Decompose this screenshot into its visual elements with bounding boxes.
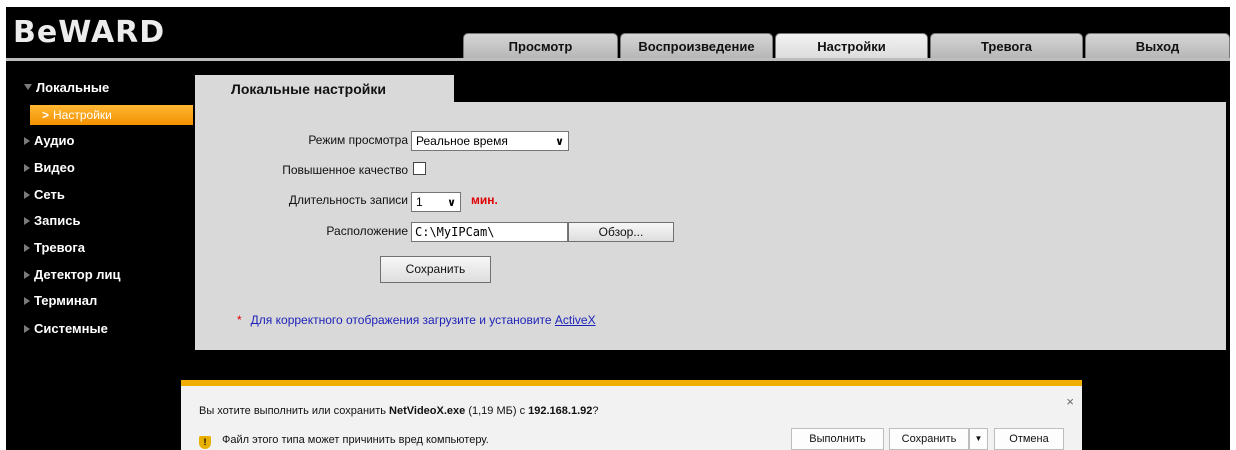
activex-link[interactable]: ActiveX <box>555 313 596 327</box>
tab-settings[interactable]: Настройки <box>775 33 928 59</box>
download-bar: Вы хотите выполнить или сохранить NetVid… <box>181 380 1082 450</box>
triangle-right-icon <box>24 325 30 333</box>
download-save-button[interactable]: Сохранить <box>889 428 969 450</box>
view-mode-label: Режим просмотра <box>308 133 408 147</box>
note-text: Для корректного отображения загрузите и … <box>250 313 555 327</box>
download-warning-text: Файл этого типа может причинить вред ком… <box>222 434 489 446</box>
sidebar-item-label: Сеть <box>34 187 65 202</box>
tab-playback[interactable]: Воспроизведение <box>620 33 773 59</box>
sidebar-item-label: Тревога <box>34 240 86 255</box>
sidebar-item-audio[interactable]: Аудио <box>24 129 74 153</box>
tab-exit[interactable]: Выход <box>1085 33 1230 59</box>
sidebar-item-label: Аудио <box>34 133 75 148</box>
tab-alarm[interactable]: Тревога <box>930 33 1083 59</box>
location-input[interactable]: C:\MyIPCam\ <box>411 222 568 242</box>
browse-button[interactable]: Обзор... <box>568 222 674 242</box>
sidebar-item-local[interactable]: Локальные <box>24 76 109 100</box>
triangle-right-icon <box>24 217 30 225</box>
sidebar-item-system[interactable]: Системные <box>24 317 108 341</box>
run-button[interactable]: Выполнить <box>791 428 884 450</box>
sidebar-item-face-detector[interactable]: Детектор лиц <box>24 263 121 287</box>
download-question-suffix: ? <box>592 405 599 417</box>
triangle-right-icon <box>24 191 30 199</box>
save-dropdown-button[interactable]: ▼ <box>969 428 988 450</box>
sidebar-item-label: Терминал <box>34 293 98 308</box>
chevron-right-icon: > <box>42 108 50 122</box>
tab-view[interactable]: Просмотр <box>463 33 618 59</box>
view-mode-select[interactable]: Реальное время ∨ <box>411 131 569 151</box>
high-quality-label: Повышенное качество <box>282 163 408 177</box>
download-question-prefix: Вы хотите выполнить или сохранить <box>199 405 390 417</box>
triangle-right-icon <box>24 297 30 305</box>
sidebar-subitem-label: Настройки <box>53 108 112 122</box>
sidebar-item-label: Детектор лиц <box>34 267 121 282</box>
download-host: 192.168.1.92 <box>528 405 593 417</box>
top-nav: Просмотр Воспроизведение Настройки Трево… <box>6 33 1230 59</box>
high-quality-checkbox[interactable] <box>413 162 426 175</box>
sidebar-item-label: Видео <box>34 160 75 175</box>
triangle-down-icon <box>24 84 32 90</box>
sidebar-item-terminal[interactable]: Терминал <box>24 289 97 313</box>
save-button[interactable]: Сохранить <box>380 256 491 283</box>
activex-note: * Для корректного отображения загрузите и… <box>237 313 596 327</box>
sidebar-item-alarm[interactable]: Тревога <box>24 236 85 260</box>
download-file-name: NetVideoX.exe <box>389 405 466 417</box>
shield-warning-icon: ! <box>199 436 211 449</box>
app-window: BeWARD Просмотр Воспроизведение Настройк… <box>6 7 1230 450</box>
record-duration-label: Длительность записи <box>288 193 408 207</box>
record-duration-select[interactable]: 1 ∨ <box>411 192 461 212</box>
triangle-right-icon <box>24 137 30 145</box>
triangle-right-icon <box>24 164 30 172</box>
note-star: * <box>237 313 242 327</box>
download-file-size: (1,19 МБ) <box>468 405 517 417</box>
sidebar-item-label: Локальные <box>36 80 110 95</box>
close-icon[interactable]: × <box>1066 394 1074 409</box>
triangle-right-icon <box>24 271 30 279</box>
record-duration-unit: мин. <box>471 193 498 207</box>
settings-panel: Режим просмотра Реальное время ∨ Повышен… <box>195 102 1226 350</box>
sidebar-item-label: Системные <box>34 321 108 336</box>
sidebar-item-video[interactable]: Видео <box>24 156 75 180</box>
download-question: Вы хотите выполнить или сохранить NetVid… <box>199 405 599 417</box>
triangle-right-icon <box>24 244 30 252</box>
content-tab-local-settings[interactable]: Локальные настройки <box>195 75 454 103</box>
chevron-down-icon: ∨ <box>447 197 456 209</box>
sidebar-item-label: Запись <box>34 213 81 228</box>
location-label: Расположение <box>326 224 408 238</box>
nav-divider <box>6 58 1230 61</box>
sidebar-item-record[interactable]: Запись <box>24 209 80 233</box>
cancel-button[interactable]: Отмена <box>994 428 1064 450</box>
record-duration-value: 1 <box>416 195 423 209</box>
sidebar-subitem-settings[interactable]: > Настройки <box>30 105 193 125</box>
chevron-down-icon: ∨ <box>555 136 564 148</box>
download-from: с <box>519 405 526 417</box>
sidebar-item-network[interactable]: Сеть <box>24 183 65 207</box>
view-mode-value: Реальное время <box>416 134 508 148</box>
download-warning: ! Файл этого типа может причинить вред ко… <box>199 434 489 449</box>
